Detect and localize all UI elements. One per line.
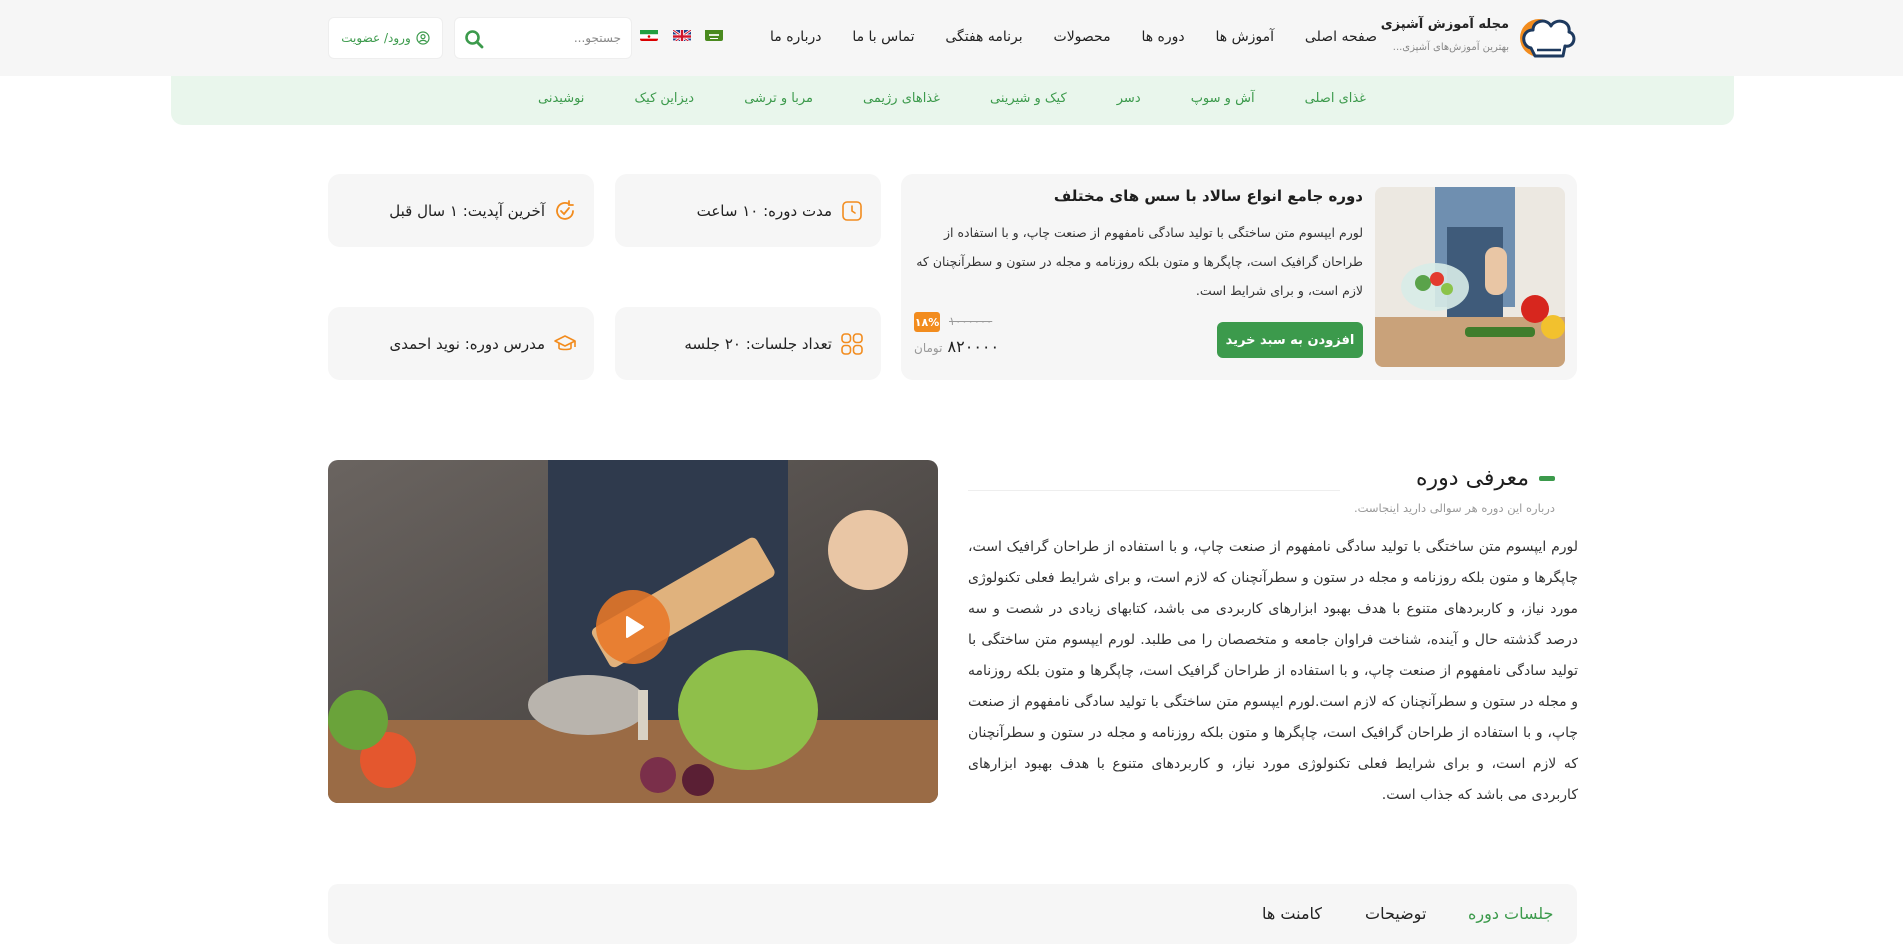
info-teacher-card: مدرس دوره: نوید احمدی <box>328 307 594 380</box>
nav-products[interactable]: محصولات <box>1054 29 1111 45</box>
saudi-flag-icon[interactable] <box>705 28 723 41</box>
clock-icon <box>842 200 862 221</box>
old-price: ۱۰۰۰۰۰۰ <box>949 314 993 328</box>
category-jam-pickle[interactable]: مربا و ترشی <box>744 91 813 106</box>
price-value: ۸۲۰۰۰۰ <box>947 337 1000 356</box>
site-logo[interactable]: مجله آموزش آشپزی بهترین آموزش‌های آشپزی.… <box>1381 12 1579 62</box>
tab-description[interactable]: توضیحات <box>1365 904 1426 923</box>
iran-flag-icon[interactable] <box>640 28 658 41</box>
chef-hat-icon <box>1520 19 1576 58</box>
nav-home[interactable]: صفحه اصلی <box>1305 29 1377 45</box>
category-cake[interactable]: کیک و شیرینی <box>990 91 1067 106</box>
price-currency: تومان <box>914 341 943 355</box>
course-video[interactable] <box>328 460 938 803</box>
play-icon <box>626 616 644 638</box>
info-sessions-card: تعداد جلسات: ۲۰ جلسه <box>615 307 881 380</box>
intro-title: معرفی دوره <box>1416 466 1529 491</box>
course-image <box>1375 187 1565 367</box>
category-cake-design[interactable]: دیزاین کیک <box>635 91 695 106</box>
search-icon[interactable] <box>464 29 484 49</box>
category-diet[interactable]: غذاهای رژیمی <box>863 91 940 106</box>
category-main-dish[interactable]: غذای اصلی <box>1305 91 1366 106</box>
nav-about[interactable]: درباره ما <box>770 29 821 45</box>
intro-text: لورم ایپسوم متن ساختگی با تولید سادگی نا… <box>968 539 1578 803</box>
info-duration-card: مدت دوره: ۱۰ ساعت <box>615 174 881 247</box>
brand-title: مجله آموزش آشپزی <box>1380 17 1509 32</box>
course-title[interactable]: دوره جامع انواع سالاد با سس های مختلف <box>923 187 1363 205</box>
user-icon <box>416 31 430 45</box>
heading-accent-bar <box>1539 476 1555 481</box>
price: ۸۲۰۰۰۰ تومان <box>914 337 999 356</box>
graduation-cap-icon <box>554 334 576 350</box>
search-box <box>454 17 632 59</box>
language-switcher <box>640 28 723 44</box>
login-label: ورود/ عضویت <box>341 31 411 45</box>
category-drinks[interactable]: نوشیدنی <box>538 91 584 106</box>
nav-tutorials[interactable]: آموزش ها <box>1215 29 1274 45</box>
course-card: دوره جامع انواع سالاد با سس های مختلف لو… <box>901 174 1577 380</box>
tab-comments[interactable]: کامنت ها <box>1262 904 1322 923</box>
duration-text: مدت دوره: ۱۰ ساعت <box>696 201 832 220</box>
main-nav: صفحه اصلی آموزش ها دوره ها محصولات برنام… <box>770 24 1377 50</box>
site-header: مجله آموزش آشپزی بهترین آموزش‌های آشپزی.… <box>0 0 1903 76</box>
nav-contact[interactable]: تماس با ما <box>852 29 914 45</box>
category-dessert[interactable]: دسر <box>1117 91 1141 106</box>
sessions-text: تعداد جلسات: ۲۰ جلسه <box>684 334 832 353</box>
intro-divider <box>968 490 1340 491</box>
intro-heading: معرفی دوره <box>1416 466 1555 491</box>
info-update-card: آخرین آپدیت: ۱ سال قبل <box>328 174 594 247</box>
play-button[interactable] <box>596 590 670 664</box>
tab-sessions[interactable]: جلسات دوره <box>1468 904 1553 923</box>
discount-badge: ۱۸% <box>914 312 940 332</box>
course-tabs: جلسات دوره توضیحات کامنت ها <box>328 884 1577 944</box>
category-soup[interactable]: آش و سوپ <box>1191 91 1255 106</box>
teacher-text: مدرس دوره: نوید احمدی <box>389 334 545 353</box>
refresh-check-icon <box>556 199 574 220</box>
brand-subtitle: بهترین آموزش‌های آشپزی... <box>1392 42 1509 53</box>
add-to-cart-button[interactable]: افزودن به سبد خرید <box>1217 322 1363 358</box>
nav-courses[interactable]: دوره ها <box>1141 29 1184 45</box>
category-bar: غذای اصلی آش و سوپ دسر کیک و شیرینی غذاه… <box>171 76 1734 125</box>
login-button[interactable]: ورود/ عضویت <box>328 17 443 59</box>
intro-subtitle: درباره این دوره هر سوالی دارید اینجاست. <box>1353 501 1555 515</box>
nav-weekly-plan[interactable]: برنامه هفتگی <box>945 29 1022 45</box>
uk-flag-icon[interactable] <box>672 28 691 41</box>
course-description: لورم ایپسوم متن ساختگی با تولید سادگی نا… <box>916 225 1363 298</box>
grid-icon <box>841 332 863 355</box>
last-update-text: آخرین آپدیت: ۱ سال قبل <box>389 201 545 220</box>
search-input[interactable] <box>495 27 621 49</box>
